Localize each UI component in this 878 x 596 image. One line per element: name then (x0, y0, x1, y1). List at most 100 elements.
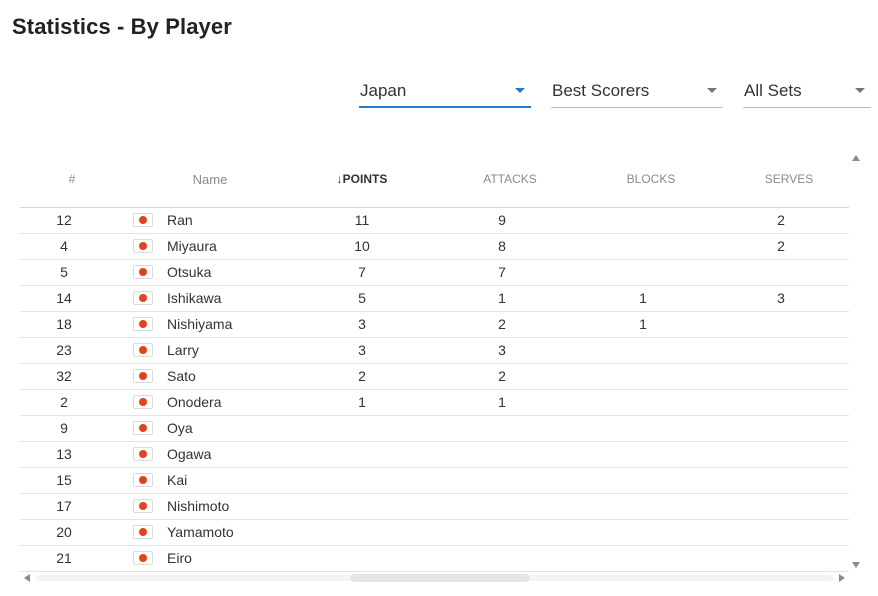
flag-circle (139, 320, 147, 328)
points-value: 3 (358, 342, 366, 358)
japan-flag-icon (133, 343, 153, 357)
column-header-attacks[interactable]: ATTACKS (460, 172, 560, 186)
japan-flag-icon (133, 265, 153, 279)
serves-value: 3 (777, 290, 785, 306)
attacks-value: 2 (498, 316, 506, 332)
player-name: Nishimoto (167, 498, 230, 514)
japan-flag-icon (133, 525, 153, 539)
flag-circle (139, 528, 147, 536)
japan-flag-icon (133, 395, 153, 409)
stat-type-select[interactable]: Best Scorers (551, 78, 723, 108)
country-select[interactable]: Japan (359, 78, 531, 108)
flag-circle (139, 268, 147, 276)
serves-value: 2 (777, 212, 785, 228)
points-value: 1 (358, 394, 366, 410)
scroll-left-icon[interactable] (24, 574, 30, 582)
blocks-value: 1 (639, 316, 647, 332)
table-body: 12 Ran 11 9 2 4 Miyaura 10 8 2 5 Otsuka 7 7 14 Ishikawa… (20, 208, 849, 572)
points-value: 5 (358, 290, 366, 306)
stat-type-select-value: Best Scorers (552, 81, 650, 100)
player-number: 9 (60, 420, 68, 436)
player-number: 23 (56, 342, 72, 358)
table-row[interactable]: 20 Yamamoto (20, 520, 849, 546)
player-name: Ran (167, 212, 193, 228)
caret-down-icon (707, 88, 717, 93)
country-select-value: Japan (360, 81, 407, 100)
japan-flag-icon (133, 213, 153, 227)
attacks-value: 8 (498, 238, 506, 254)
flag-circle (139, 372, 147, 380)
player-name: Onodera (167, 394, 222, 410)
statistics-page: Statistics - By Player Japan Best Scorer… (0, 0, 878, 596)
player-name: Yamamoto (167, 524, 234, 540)
player-number: 21 (56, 550, 72, 566)
column-header-points[interactable]: ↓POINTS (312, 172, 412, 186)
scroll-down-icon[interactable] (852, 562, 860, 568)
japan-flag-icon (133, 369, 153, 383)
flag-circle (139, 216, 147, 224)
player-name: Ogawa (167, 446, 212, 462)
points-value: 11 (354, 212, 370, 228)
japan-flag-icon (133, 421, 153, 435)
caret-down-icon (515, 88, 525, 93)
horizontal-scrollbar[interactable] (20, 570, 849, 586)
column-header-blocks[interactable]: BLOCKS (601, 172, 701, 186)
scroll-thumb[interactable] (350, 574, 530, 582)
japan-flag-icon (133, 473, 153, 487)
scroll-up-icon[interactable] (852, 155, 860, 161)
player-number: 32 (56, 368, 72, 384)
japan-flag-icon (133, 239, 153, 253)
table-row[interactable]: 2 Onodera 1 1 (20, 390, 849, 416)
page-title: Statistics - By Player (12, 14, 232, 39)
column-header-name[interactable]: Name (160, 172, 260, 187)
table-header: # Name ↓POINTS ATTACKS BLOCKS SERVES (20, 166, 849, 194)
serves-value: 2 (777, 238, 785, 254)
table-row[interactable]: 5 Otsuka 7 7 (20, 260, 849, 286)
player-number: 18 (56, 316, 72, 332)
points-value: 2 (358, 368, 366, 384)
table-row[interactable]: 12 Ran 11 9 2 (20, 208, 849, 234)
column-header-points-label: POINTS (342, 172, 388, 186)
flag-circle (139, 476, 147, 484)
player-number: 5 (60, 264, 68, 280)
flag-circle (139, 450, 147, 458)
table-row[interactable]: 17 Nishimoto (20, 494, 849, 520)
table-row[interactable]: 13 Ogawa (20, 442, 849, 468)
player-number: 15 (56, 472, 72, 488)
player-name: Eiro (167, 550, 192, 566)
caret-down-icon (855, 88, 865, 93)
table-row[interactable]: 32 Sato 2 2 (20, 364, 849, 390)
sets-select[interactable]: All Sets (743, 78, 871, 108)
japan-flag-icon (133, 551, 153, 565)
player-name: Sato (167, 368, 196, 384)
attacks-value: 9 (498, 212, 506, 228)
player-name: Nishiyama (167, 316, 233, 332)
table-row[interactable]: 18 Nishiyama 3 2 1 (20, 312, 849, 338)
table-row[interactable]: 23 Larry 3 3 (20, 338, 849, 364)
flag-circle (139, 398, 147, 406)
japan-flag-icon (133, 291, 153, 305)
flag-circle (139, 502, 147, 510)
player-name: Oya (167, 420, 193, 436)
flag-circle (139, 346, 147, 354)
table-row[interactable]: 15 Kai (20, 468, 849, 494)
table-row[interactable]: 4 Miyaura 10 8 2 (20, 234, 849, 260)
table-row[interactable]: 9 Oya (20, 416, 849, 442)
japan-flag-icon (133, 317, 153, 331)
player-name: Miyaura (167, 238, 217, 254)
column-header-serves[interactable]: SERVES (739, 172, 839, 186)
player-number: 12 (56, 212, 72, 228)
attacks-value: 2 (498, 368, 506, 384)
player-name: Larry (167, 342, 199, 358)
attacks-value: 1 (498, 290, 506, 306)
player-number: 20 (56, 524, 72, 540)
table-row[interactable]: 21 Eiro (20, 546, 849, 572)
attacks-value: 1 (498, 394, 506, 410)
blocks-value: 1 (639, 290, 647, 306)
player-name: Otsuka (167, 264, 212, 280)
player-name: Kai (167, 472, 188, 488)
table-row[interactable]: 14 Ishikawa 5 1 1 3 (20, 286, 849, 312)
vertical-scrollbar[interactable] (849, 152, 863, 570)
scroll-right-icon[interactable] (839, 574, 845, 582)
column-header-number[interactable]: # (20, 172, 124, 186)
